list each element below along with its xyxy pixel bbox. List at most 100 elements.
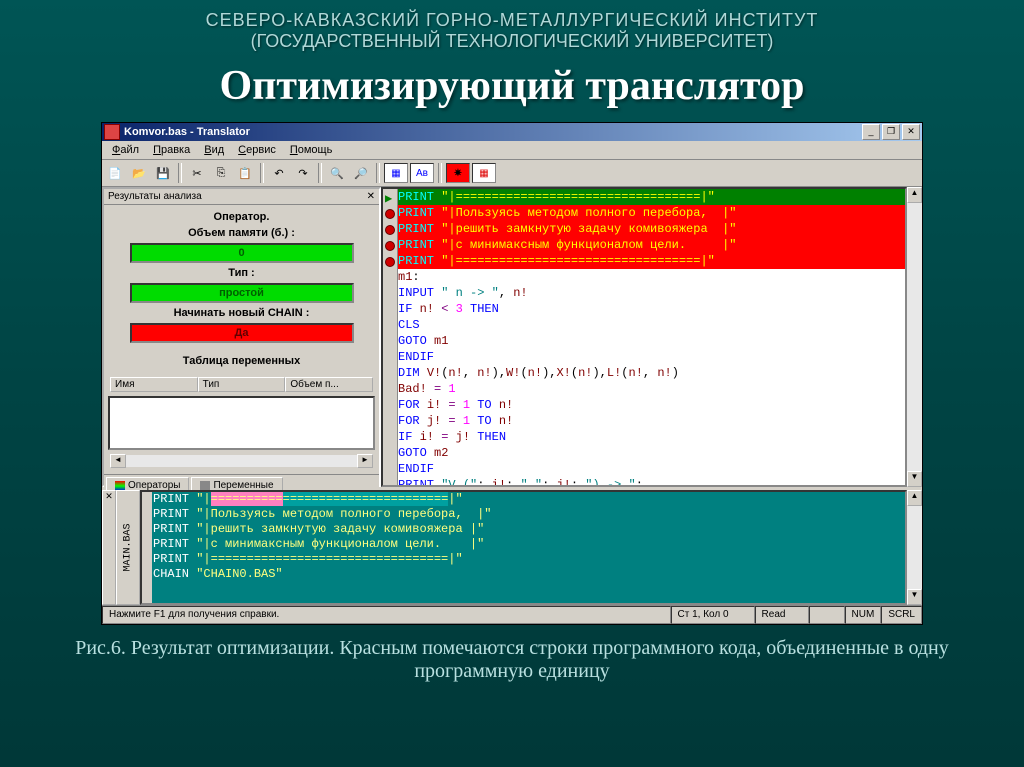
view-mode-2-icon[interactable]: Aв [410, 163, 434, 183]
code-vscrollbar[interactable]: ▲ ▼ [907, 187, 922, 487]
minimize-button[interactable]: _ [862, 124, 880, 140]
menu-view[interactable]: Вид [198, 143, 230, 157]
output-line[interactable]: PRINT "|================================… [153, 492, 905, 507]
operators-icon [115, 481, 125, 491]
open-icon[interactable]: 📂 [128, 162, 150, 184]
find-icon[interactable]: 🔍 [326, 162, 348, 184]
type-label: Тип : [228, 267, 254, 279]
code-line[interactable]: GOTO m1 [398, 333, 905, 349]
redo-icon[interactable]: ↷ [292, 162, 314, 184]
code-line[interactable]: PRINT "|================================… [398, 253, 905, 269]
code-line[interactable]: INPUT " n -> ", n! [398, 285, 905, 301]
code-line[interactable]: PRINT "|решить замкнутую задачу комивояж… [398, 221, 905, 237]
code-editor[interactable]: ▶ PRINT "|===============================… [381, 187, 907, 487]
university-line-2: (ГОСУДАРСТВЕННЫЙ ТЕХНОЛОГИЧЕСКИЙ УНИВЕРС… [20, 31, 1004, 52]
hscrollbar[interactable]: ◄ ► [110, 454, 373, 468]
code-line[interactable]: FOR i! = 1 TO n! [398, 397, 905, 413]
output-line[interactable]: PRINT "|решить замкнутую задачу комивояж… [153, 522, 905, 537]
code-line[interactable]: DIM V!(n!, n!),W!(n!),X!(n!),L!(n!, n!) [398, 365, 905, 381]
col-type[interactable]: Тип [198, 377, 286, 392]
chain-value: Да [130, 323, 354, 343]
scroll-down-icon[interactable]: ▼ [907, 589, 922, 605]
replace-icon[interactable]: 🔎 [350, 162, 372, 184]
output-panel: ✕ MAIN.BAS PRINT "|=====================… [102, 487, 922, 605]
status-position: Ст 1, Кол 0 [671, 606, 755, 624]
code-line[interactable]: PRINT "V ("; i!; ","; j!; ") -> "; [398, 477, 905, 487]
output-line[interactable]: PRINT "|================================… [153, 552, 905, 567]
memory-label: Объем памяти (б.) : [188, 227, 295, 239]
panel-close-icon[interactable]: ✕ [367, 191, 375, 202]
view-mode-1-icon[interactable]: ▦ [384, 163, 408, 183]
run-icon[interactable]: ▦ [472, 163, 496, 183]
scroll-down-icon[interactable]: ▼ [907, 471, 922, 487]
code-line[interactable]: ENDIF [398, 461, 905, 477]
code-line[interactable]: FOR j! = 1 TO n! [398, 413, 905, 429]
current-line-icon: ▶ [385, 191, 392, 207]
code-line[interactable]: IF i! = j! THEN [398, 429, 905, 445]
menubar: Файл Правка Вид Сервис Помощь [102, 141, 922, 160]
col-name[interactable]: Имя [110, 377, 198, 392]
output-code[interactable]: PRINT "|================================… [140, 490, 907, 605]
cut-icon[interactable]: ✂ [186, 162, 208, 184]
slide-title: Оптимизирующий транслятор [0, 57, 1024, 122]
scroll-up-icon[interactable]: ▲ [907, 490, 922, 506]
window-title: Komvor.bas - Translator [124, 126, 862, 138]
menu-edit[interactable]: Правка [147, 143, 196, 157]
variables-icon [200, 481, 210, 491]
slide-header: СЕВЕРО-КАВКАЗСКИЙ ГОРНО-МЕТАЛЛУРГИЧЕСКИЙ… [0, 0, 1024, 57]
memory-value: 0 [130, 243, 354, 263]
breakpoint-icon[interactable] [385, 241, 395, 251]
operator-label: Оператор. [214, 211, 270, 223]
code-line[interactable]: m1: [398, 269, 905, 285]
output-close-icon[interactable]: ✕ [102, 490, 116, 605]
status-num: NUM [845, 606, 882, 624]
col-mem[interactable]: Объем п... [285, 377, 373, 392]
titlebar[interactable]: Komvor.bas - Translator _ ❐ ✕ [102, 123, 922, 141]
scroll-left-icon[interactable]: ◄ [110, 454, 126, 468]
new-icon[interactable]: 📄 [104, 162, 126, 184]
scroll-right-icon[interactable]: ► [357, 454, 373, 468]
app-icon [104, 124, 120, 140]
vartable-body[interactable] [108, 396, 375, 450]
scroll-up-icon[interactable]: ▲ [907, 187, 922, 203]
code-line[interactable]: PRINT "|Пользуясь методом полного перебо… [398, 205, 905, 221]
main-area: Результаты анализа ✕ Оператор. Объем пам… [102, 187, 922, 487]
output-line[interactable]: PRINT "|Пользуясь методом полного перебо… [153, 507, 905, 522]
save-icon[interactable]: 💾 [152, 162, 174, 184]
breakpoint-icon[interactable] [385, 225, 395, 235]
panel-title-text: Результаты анализа [108, 191, 202, 202]
code-line[interactable]: Bad! = 1 [398, 381, 905, 397]
code-line[interactable]: GOTO m2 [398, 445, 905, 461]
status-mode: Read [755, 606, 809, 624]
restore-button[interactable]: ❐ [882, 124, 900, 140]
optimize-icon[interactable]: ✷ [446, 163, 470, 183]
menu-help[interactable]: Помощь [284, 143, 339, 157]
breakpoint-icon[interactable] [385, 209, 395, 219]
code-line[interactable]: IF n! < 3 THEN [398, 301, 905, 317]
menu-file[interactable]: Файл [106, 143, 145, 157]
chain-label: Начинать новый CHAIN : [174, 307, 310, 319]
paste-icon[interactable]: 📋 [234, 162, 256, 184]
code-line[interactable]: ▶PRINT "|===============================… [398, 189, 905, 205]
status-hint: Нажмите F1 для получения справки. [102, 606, 671, 624]
menu-service[interactable]: Сервис [232, 143, 282, 157]
output-side-tab[interactable]: MAIN.BAS [116, 490, 140, 605]
vartable-header: Имя Тип Объем п... [110, 377, 373, 392]
close-button[interactable]: ✕ [902, 124, 920, 140]
panel-titlebar[interactable]: Результаты анализа ✕ [104, 189, 379, 205]
status-scrl: SCRL [881, 606, 922, 624]
toolbar: 📄 📂 💾 ✂ ⎘ 📋 ↶ ↷ 🔍 🔎 ▦ Aв ✷ ▦ [102, 160, 922, 187]
type-value: простой [130, 283, 354, 303]
output-line[interactable]: CHAIN "CHAIN0.BAS" [153, 567, 905, 582]
undo-icon[interactable]: ↶ [268, 162, 290, 184]
output-line[interactable]: PRINT "|с минимаксным функционалом цели.… [153, 537, 905, 552]
app-window: Komvor.bas - Translator _ ❐ ✕ Файл Правк… [101, 122, 923, 625]
copy-icon[interactable]: ⎘ [210, 162, 232, 184]
output-vscrollbar[interactable]: ▲ ▼ [907, 490, 922, 605]
code-line[interactable]: ENDIF [398, 349, 905, 365]
code-line[interactable]: CLS [398, 317, 905, 333]
analysis-panel: Результаты анализа ✕ Оператор. Объем пам… [102, 187, 381, 487]
breakpoint-icon[interactable] [385, 257, 395, 267]
statusbar: Нажмите F1 для получения справки. Ст 1, … [102, 605, 922, 624]
code-line[interactable]: PRINT "|с минимаксным функционалом цели.… [398, 237, 905, 253]
